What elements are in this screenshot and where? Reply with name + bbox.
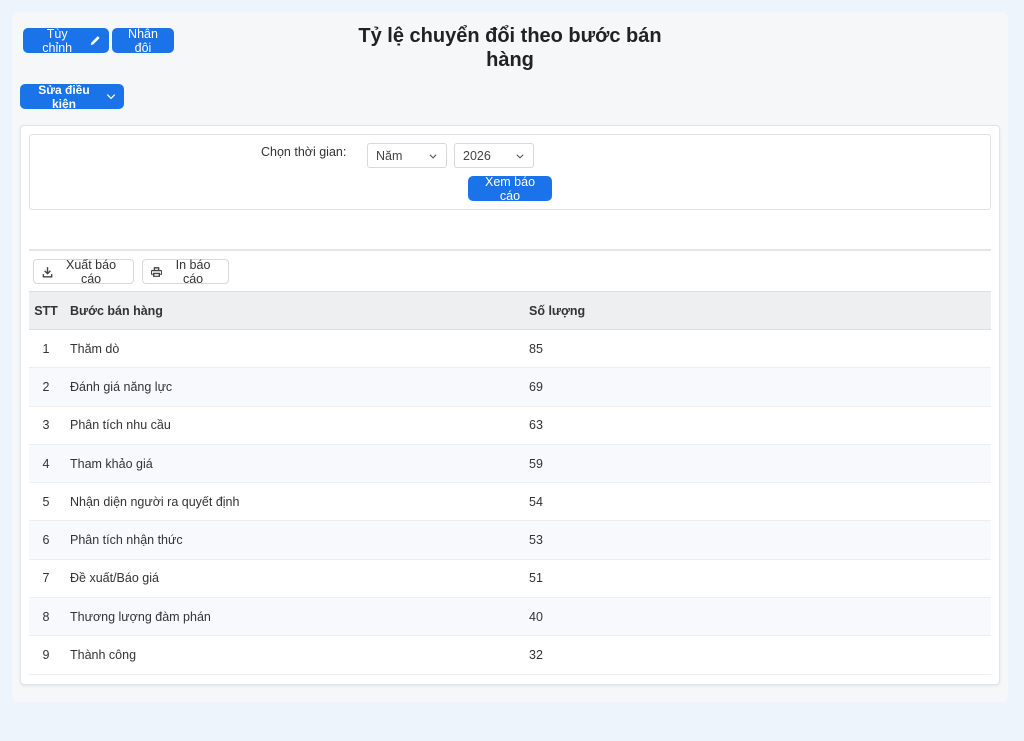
cell-step: Thương lượng đàm phán [70, 609, 211, 624]
report-page: Tùy chỉnh Nhân đôi Tỷ lệ chuyển đổi theo… [12, 12, 1008, 702]
chevron-down-icon [429, 153, 437, 159]
cell-step: Phân tích nhu cầu [70, 418, 171, 433]
cell-stt: 9 [42, 648, 50, 663]
table-row: 6 Phân tích nhận thức 53 [29, 520, 991, 560]
cell-step: Thành công [70, 648, 137, 663]
cell-qty: 40 [529, 609, 543, 624]
export-label: Xuất báo cáo [66, 257, 117, 286]
print-report-button[interactable]: In báo cáo [142, 257, 229, 286]
cell-qty: 63 [529, 418, 543, 433]
printer-icon [151, 266, 163, 277]
chevron-down-icon [106, 94, 116, 100]
period-select[interactable]: Năm [367, 143, 447, 168]
download-icon [42, 266, 53, 278]
cell-stt: 4 [42, 456, 50, 471]
header-stt: STT [34, 303, 58, 318]
edit-conditions-button[interactable]: Sửa điều kiện [20, 82, 124, 111]
edit-conditions-label: Sửa điều kiện [38, 82, 90, 111]
cell-step: Phân tích nhận thức [70, 533, 183, 548]
customize-label: Tùy chỉnh [42, 26, 73, 55]
filter-box: Chọn thời gian: Năm 2026 Xem báo cáo [29, 134, 991, 210]
cell-step: Đề xuất/Báo giá [70, 571, 159, 586]
cell-step: Thăm dò [70, 341, 120, 356]
cell-stt: 1 [42, 341, 50, 356]
table-row: 5 Nhận diện người ra quyết định 54 [29, 483, 991, 521]
cell-qty: 69 [529, 379, 543, 394]
cell-qty: 51 [529, 571, 543, 586]
table-row: 7 Đề xuất/Báo giá 51 [29, 559, 991, 598]
table-row: 2 Đánh giá năng lực 69 [29, 367, 991, 407]
cell-stt: 5 [42, 494, 50, 509]
cell-step: Tham khảo giá [70, 456, 153, 471]
customize-button[interactable]: Tùy chỉnh [23, 26, 109, 55]
export-report-button[interactable]: Xuất báo cáo [33, 257, 134, 286]
year-value: 2026 [463, 148, 491, 163]
cell-qty: 53 [529, 533, 543, 548]
table-header-row: STT Bước bán hàng Số lượng [29, 291, 991, 330]
cell-stt: 6 [42, 533, 50, 548]
cell-step: Đánh giá năng lực [70, 379, 173, 394]
time-label: Chọn thời gian: [261, 145, 347, 159]
report-panel: Chọn thời gian: Năm 2026 Xem báo cáo Xuấ… [20, 125, 1000, 685]
header-step: Bước bán hàng [70, 303, 163, 318]
cell-stt: 2 [42, 379, 50, 394]
pencil-icon [91, 35, 101, 45]
duplicate-label: Nhân đôi [128, 26, 158, 55]
table-row: 3 Phân tích nhu cầu 63 [29, 406, 991, 445]
period-value: Năm [376, 148, 403, 163]
table-row: 1 Thăm dò 85 [29, 330, 991, 368]
cell-qty: 59 [529, 456, 543, 471]
duplicate-button[interactable]: Nhân đôi [112, 26, 174, 55]
year-select[interactable]: 2026 [454, 143, 534, 168]
divider [29, 249, 991, 251]
cell-step: Nhận diện người ra quyết định [70, 494, 240, 509]
cell-stt: 8 [42, 609, 50, 624]
cell-stt: 3 [42, 418, 50, 433]
cell-qty: 85 [529, 341, 543, 356]
chevron-down-icon [516, 153, 524, 159]
table-row: 8 Thương lượng đàm phán 40 [29, 597, 991, 636]
report-table: STT Bước bán hàng Số lượng 1 Thăm dò 85 2 Đá… [29, 291, 991, 675]
cell-qty: 32 [529, 648, 543, 663]
cell-qty: 54 [529, 494, 543, 509]
cell-stt: 7 [42, 571, 50, 586]
view-report-label: Xem báo cáo [484, 174, 536, 203]
page-title: Tỷ lệ chuyển đổi theo bước bán hàng [358, 25, 662, 71]
header-qty: Số lượng [529, 303, 586, 318]
table-row: 9 Thành công 32 [29, 636, 991, 675]
print-label: In báo cáo [175, 257, 211, 286]
view-report-button[interactable]: Xem báo cáo [468, 174, 552, 203]
table-row: 4 Tham khảo giá 59 [29, 444, 991, 483]
